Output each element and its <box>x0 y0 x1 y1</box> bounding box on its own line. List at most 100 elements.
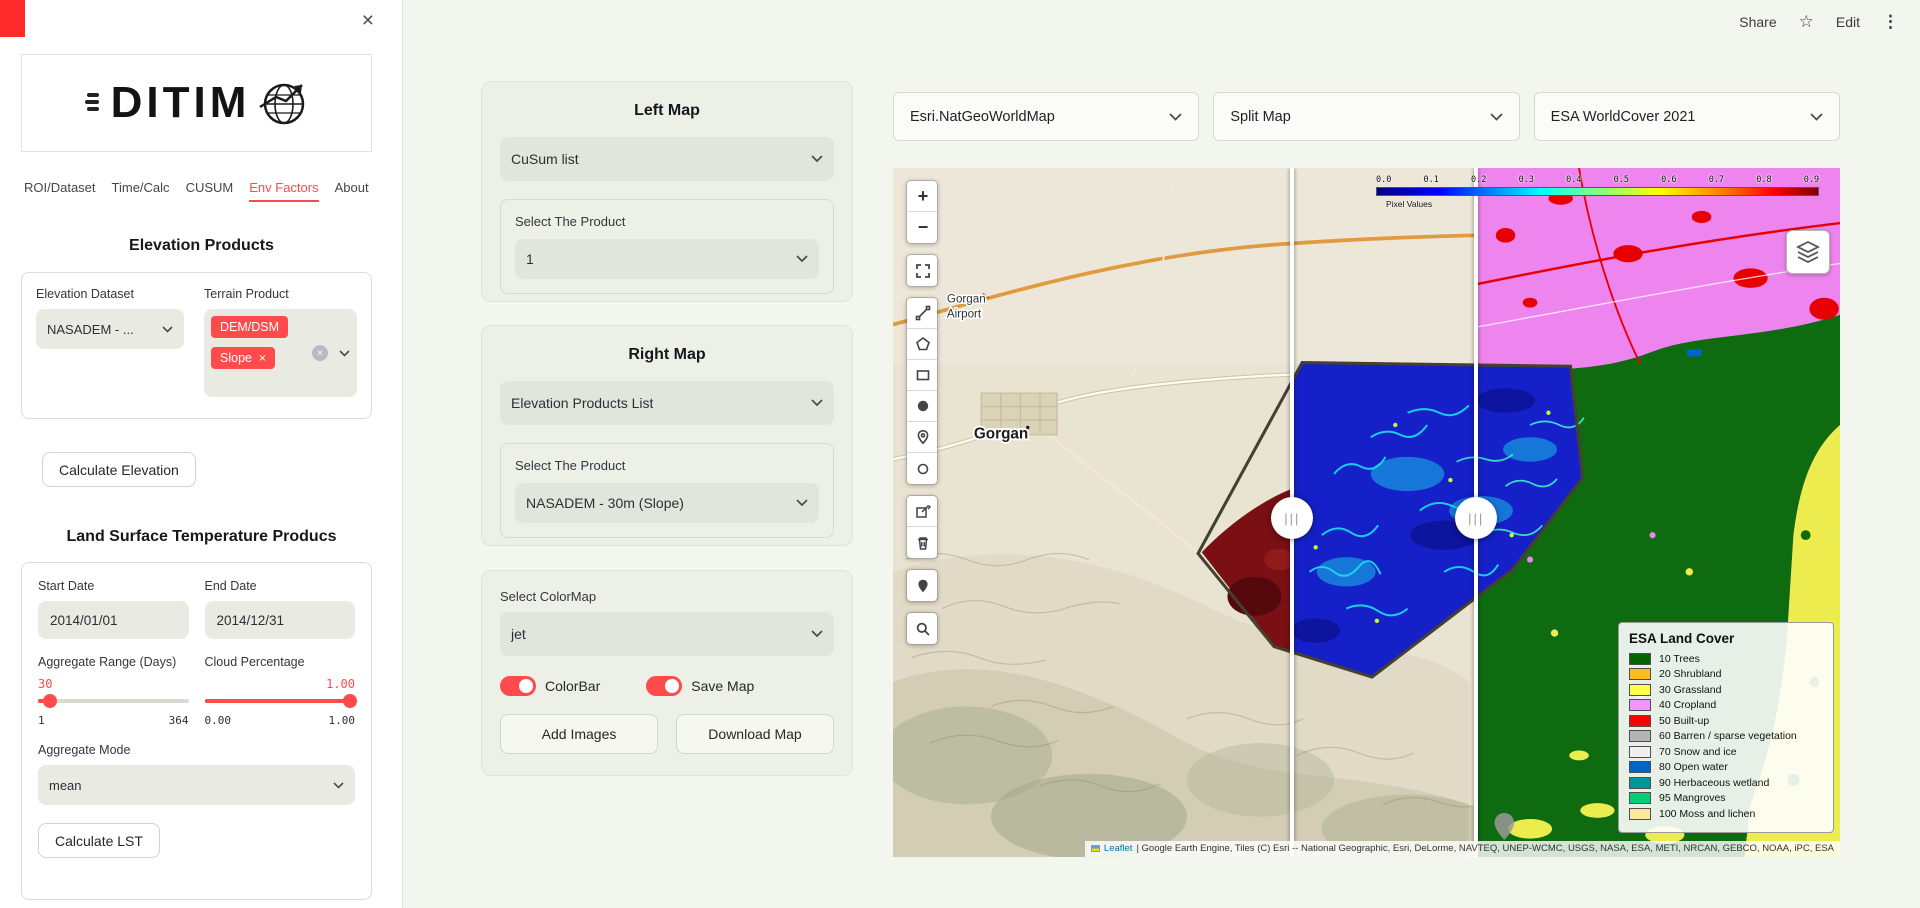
map-controls: + − <box>906 180 938 645</box>
aggregate-mode-select[interactable]: mean <box>38 765 355 805</box>
delete-layers-button[interactable] <box>907 527 938 558</box>
chevron-down-icon <box>796 255 808 263</box>
right-map-list-select[interactable]: Elevation Products List <box>500 381 834 425</box>
share-button[interactable]: Share <box>1739 14 1776 30</box>
chip-slope-label: Slope <box>220 351 252 365</box>
basemap-select[interactable]: Esri.NatGeoWorldMap <box>893 92 1199 141</box>
elevation-dataset-select[interactable]: NASADEM - ... <box>36 309 184 349</box>
overlay-select-value: ESA WorldCover 2021 <box>1551 109 1696 125</box>
chevron-down-icon <box>811 155 823 163</box>
elevation-section-title: Elevation Products <box>0 237 403 255</box>
terrain-product-label: Terrain Product <box>204 287 357 301</box>
colorbar-toggle-label: ColorBar <box>545 678 600 694</box>
city-label: Gorgan <box>974 425 1028 442</box>
chip-dem-dsm-label: DEM/DSM <box>220 320 279 334</box>
app-logo: DITIM <box>21 54 372 152</box>
colormap-select[interactable]: jet <box>500 612 834 656</box>
layers-icon <box>1795 239 1821 265</box>
draw-circle-button[interactable] <box>907 391 938 422</box>
multiselect-clear-icon[interactable]: × <box>312 345 328 361</box>
legend-swatch <box>1629 684 1651 696</box>
tab-roi-dataset[interactable]: ROI/Dataset <box>24 180 96 202</box>
elevation-dataset-value: NASADEM - ... <box>47 322 134 337</box>
chip-slope[interactable]: Slope × <box>211 347 275 369</box>
flag-icon <box>1091 845 1100 852</box>
corner-accent <box>0 0 25 37</box>
start-date-label: Start Date <box>38 579 189 593</box>
layers-control[interactable] <box>1786 230 1830 274</box>
left-map-product-box: Select The Product 1 <box>500 199 834 294</box>
legend-swatch <box>1629 746 1651 758</box>
left-map-product-select[interactable]: 1 <box>515 239 819 279</box>
lst-section-title: Land Surface Temperature Producs <box>0 528 403 546</box>
legend-item: 95 Mangroves <box>1629 792 1823 804</box>
app-root: { "colors": { "accent": "#ff4b4b", "corn… <box>0 0 1920 908</box>
download-map-button[interactable]: Download Map <box>676 714 834 754</box>
terrain-product-multiselect[interactable]: DEM/DSM Slope × × <box>204 309 357 397</box>
draw-rectangle-button[interactable] <box>907 360 938 391</box>
tab-cusum[interactable]: CUSUM <box>186 180 234 202</box>
left-map-list-select[interactable]: CuSum list <box>500 137 834 181</box>
chevron-down-icon[interactable] <box>339 350 350 357</box>
zoom-out-button[interactable]: − <box>907 212 938 243</box>
split-mode-select-value: Split Map <box>1230 109 1290 125</box>
tab-about[interactable]: About <box>335 180 369 202</box>
chevron-down-icon <box>1169 113 1182 121</box>
edit-layers-button[interactable] <box>907 496 938 527</box>
chip-dem-dsm[interactable]: DEM/DSM <box>211 316 288 338</box>
draw-polyline-button[interactable] <box>907 298 938 329</box>
cloud-percentage-thumb[interactable] <box>343 694 357 708</box>
calculate-lst-button[interactable]: Calculate LST <box>38 823 160 858</box>
left-map-product-value: 1 <box>526 251 534 267</box>
terrain-chips: DEM/DSM Slope × <box>211 316 312 390</box>
add-images-button[interactable]: Add Images <box>500 714 658 754</box>
legend-swatch <box>1629 668 1651 680</box>
aggregate-range-slider[interactable] <box>38 699 189 703</box>
end-date-input[interactable]: 2014/12/31 <box>205 601 356 639</box>
more-menu-icon[interactable]: ⋮ <box>1882 12 1900 32</box>
leaflet-link[interactable]: Leaflet <box>1104 843 1133 854</box>
savemap-toggle[interactable]: Save Map <box>646 676 754 696</box>
savemap-toggle-track[interactable] <box>646 676 682 696</box>
split-handle-2[interactable]: ||| <box>1455 497 1497 539</box>
esa-legend: ESA Land Cover 10 Trees 20 Shrubland 30 … <box>1618 622 1834 834</box>
sidebar-nav: ROI/Dataset Time/Calc CUSUM Env Factors … <box>24 180 388 202</box>
overlay-select[interactable]: ESA WorldCover 2021 <box>1534 92 1840 141</box>
draw-marker-button[interactable] <box>907 422 938 453</box>
right-map-list-value: Elevation Products List <box>511 395 653 411</box>
right-map-product-box: Select The Product NASADEM - 30m (Slope) <box>500 443 834 538</box>
chip-slope-remove-icon[interactable]: × <box>259 351 266 365</box>
aggregate-range-thumb[interactable] <box>43 694 57 708</box>
map-layer-selects: Esri.NatGeoWorldMap Split Map ESA WorldC… <box>893 92 1840 141</box>
star-icon[interactable]: ☆ <box>1799 12 1814 32</box>
cloud-percentage-slider[interactable] <box>205 699 356 703</box>
colorbar-toggle[interactable]: ColorBar <box>500 676 600 696</box>
basemap-select-value: Esri.NatGeoWorldMap <box>910 109 1055 125</box>
search-button[interactable] <box>907 613 938 644</box>
cloud-percentage-max: 1.00 <box>329 714 356 727</box>
aggregate-range-slider-block: Aggregate Range (Days) 30 1 364 <box>38 655 189 727</box>
aggregate-mode-value: mean <box>49 778 82 793</box>
fullscreen-button[interactable] <box>907 255 938 286</box>
draw-circlemarker-button[interactable] <box>907 453 938 484</box>
tab-time-calc[interactable]: Time/Calc <box>112 180 170 202</box>
legend-item: 80 Open water <box>1629 761 1823 773</box>
map-canvas[interactable]: ✈ <box>893 168 1840 857</box>
tab-env-factors[interactable]: Env Factors <box>249 180 318 202</box>
end-date-label: End Date <box>205 579 356 593</box>
split-mode-select[interactable]: Split Map <box>1213 92 1519 141</box>
aggregate-range-max: 364 <box>169 714 189 727</box>
marker-tool-button[interactable] <box>907 570 938 601</box>
calculate-elevation-button[interactable]: Calculate Elevation <box>42 452 196 487</box>
start-date-input[interactable]: 2014/01/01 <box>38 601 189 639</box>
edit-button[interactable]: Edit <box>1836 14 1860 30</box>
colorbar-gradient <box>1376 187 1819 196</box>
cloud-percentage-value: 1.00 <box>205 677 356 692</box>
right-map-product-select[interactable]: NASADEM - 30m (Slope) <box>515 483 819 523</box>
sidebar-close-button[interactable]: × <box>362 10 374 31</box>
colormap-value: jet <box>511 626 526 642</box>
legend-title: ESA Land Cover <box>1629 631 1823 646</box>
draw-polygon-button[interactable] <box>907 329 938 360</box>
colorbar-toggle-track[interactable] <box>500 676 536 696</box>
zoom-in-button[interactable]: + <box>907 181 938 212</box>
